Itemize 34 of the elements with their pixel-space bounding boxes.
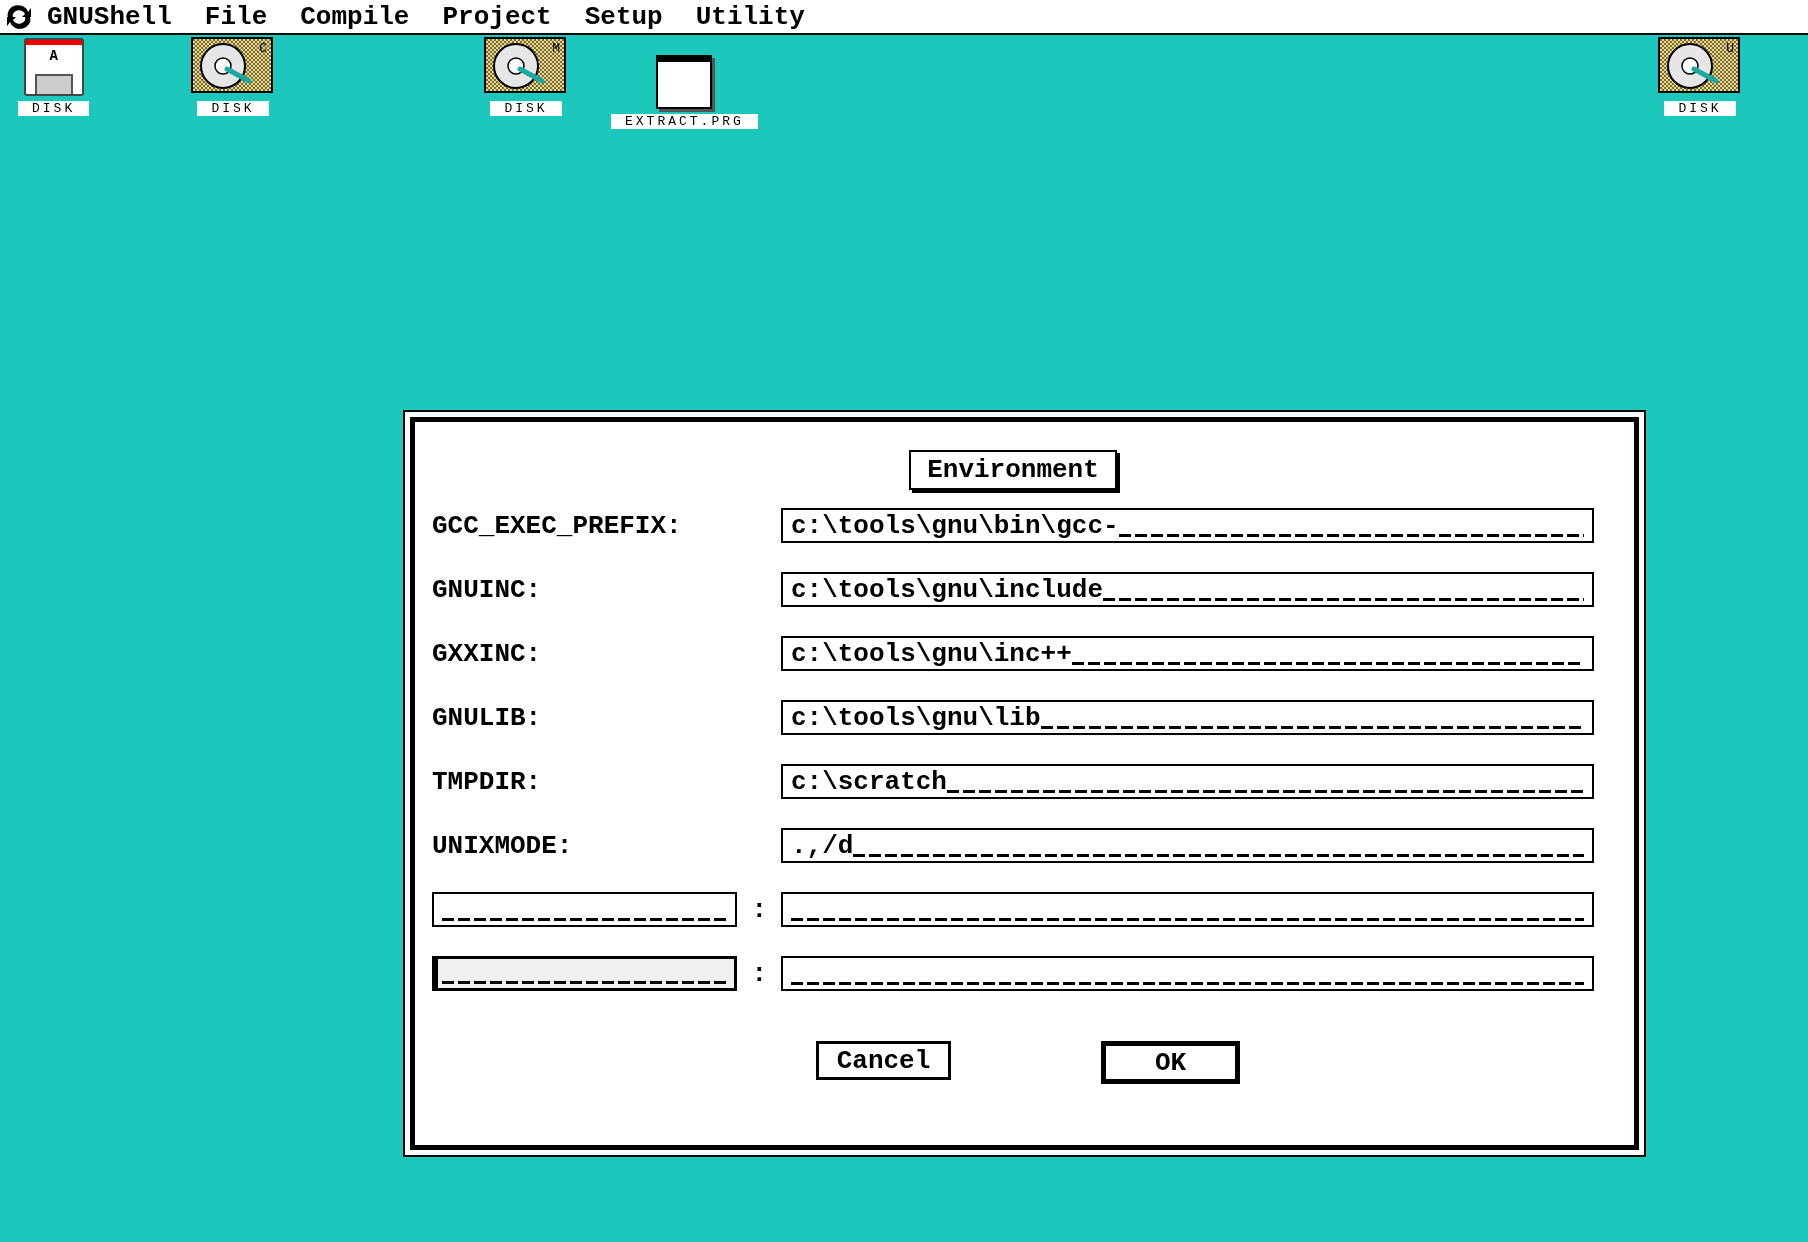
icon-label: DISK xyxy=(1664,101,1736,116)
menu-item[interactable]: GNUShell xyxy=(47,1,172,32)
icon-label: DISK xyxy=(490,101,562,116)
icon-label: DISK xyxy=(18,101,90,116)
separator-colon: : xyxy=(750,958,769,989)
input-field[interactable]: c:\tools\gnu\bin\gcc- xyxy=(780,508,1594,543)
separator-colon: : xyxy=(750,894,769,925)
input-field[interactable] xyxy=(781,892,1594,927)
menu-item[interactable]: Compile xyxy=(300,1,410,32)
variable-label: GNUINC: xyxy=(432,574,543,605)
input-field[interactable]: c:\tools\gnu\include xyxy=(780,572,1594,607)
atari-logo-icon[interactable] xyxy=(4,4,34,29)
variable-label: GCC_EXEC_PREFIX: xyxy=(432,510,683,541)
input-field[interactable] xyxy=(432,892,738,927)
variable-label: TMPDIR: xyxy=(432,766,543,797)
menu-item[interactable]: Project xyxy=(442,1,552,32)
icon-label: DISK xyxy=(197,101,269,116)
cancel-button[interactable]: Cancel xyxy=(816,1041,951,1080)
variable-label: UNIXMODE: xyxy=(432,830,574,861)
input-field[interactable]: c:\scratch xyxy=(780,764,1594,799)
dialog-title: Environment xyxy=(909,450,1117,490)
ok-button[interactable]: OK xyxy=(1101,1041,1240,1084)
menu-item[interactable]: Utility xyxy=(695,1,805,32)
program-window-icon[interactable] xyxy=(656,55,713,109)
variable-label: GNULIB: xyxy=(432,702,543,733)
input-field[interactable]: c:\tools\gnu\lib xyxy=(780,700,1594,735)
input-field[interactable]: .,/d xyxy=(780,828,1594,863)
input-field[interactable] xyxy=(432,956,738,991)
input-field[interactable]: c:\tools\gnu\inc++ xyxy=(780,636,1594,671)
variable-label: GXXINC: xyxy=(432,638,543,669)
input-field[interactable] xyxy=(781,956,1594,991)
menu-item[interactable]: File xyxy=(204,1,268,32)
menu-item[interactable]: Setup xyxy=(584,1,663,32)
icon-label: EXTRACT.PRG xyxy=(611,114,758,129)
